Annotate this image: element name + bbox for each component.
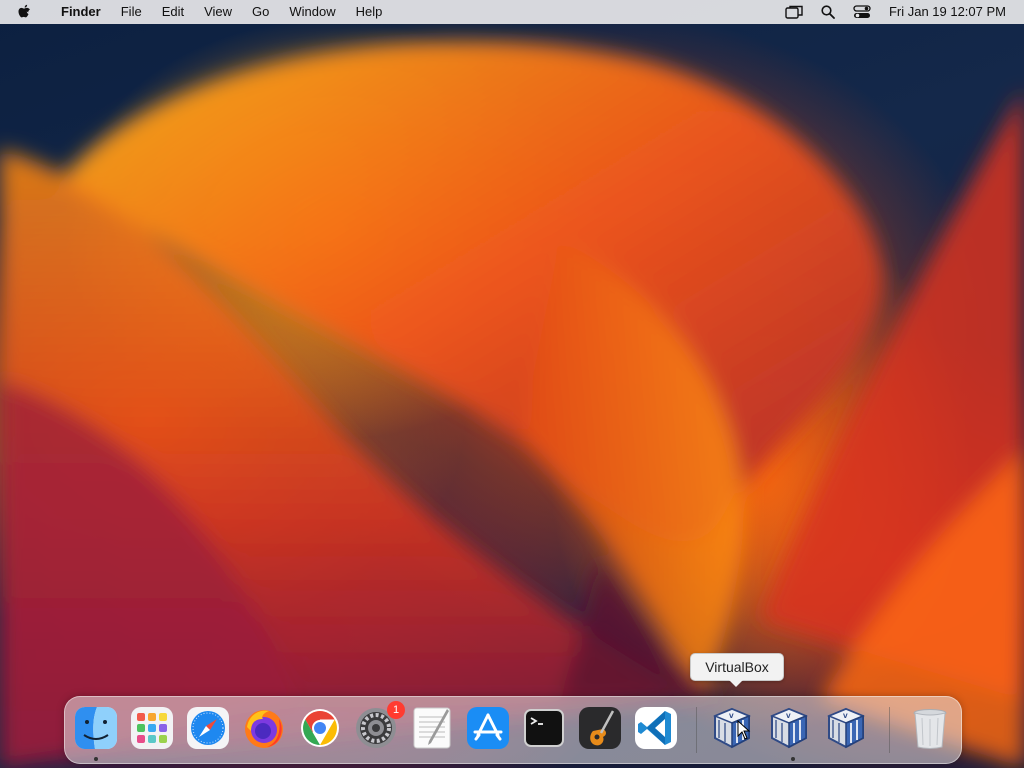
dock-item-textedit[interactable] [409,705,455,751]
running-indicator [94,757,98,761]
spotlight-search-icon[interactable] [811,0,845,24]
mouse-cursor-icon [737,720,751,740]
finder-icon [75,707,117,749]
screen-mirroring-icon[interactable] [777,0,811,24]
svg-text:V: V [729,713,734,720]
virtualbox-icon: V [770,707,808,749]
safari-icon [187,707,229,749]
chrome-icon [301,709,339,747]
dock-item-firefox[interactable] [241,705,287,751]
garageband-icon [579,707,621,749]
dock-item-launchpad[interactable] [129,705,175,751]
dock-item-terminal[interactable] [521,705,567,751]
svg-text:V: V [786,713,791,720]
vscode-icon [635,707,677,749]
dock-item-virtualbox[interactable]: V [766,705,812,751]
trash-icon [913,709,947,749]
menu-edit[interactable]: Edit [152,0,194,24]
menu-view[interactable]: View [194,0,242,24]
textedit-icon [413,707,451,749]
dock-separator [696,707,697,753]
dock-tooltip: VirtualBox [690,653,784,687]
menu-window[interactable]: Window [279,0,345,24]
virtualbox-icon: V [827,707,865,749]
dock-item-safari[interactable] [185,705,231,751]
dock-item-vscode[interactable] [633,705,679,751]
desktop-wallpaper [0,0,1024,768]
menu-help[interactable]: Help [346,0,393,24]
menu-bar: Finder File Edit View Go Window Help Fri… [0,0,1024,24]
firefox-icon [245,710,283,748]
dock-separator [889,707,890,753]
dock: 1 V V V [64,696,962,764]
dock-item-garageband[interactable] [577,705,623,751]
menu-app-finder[interactable]: Finder [51,0,111,24]
control-center-icon[interactable] [845,0,879,24]
launchpad-icon [131,707,173,749]
dock-item-trash[interactable] [907,705,953,751]
running-indicator [791,757,795,761]
menu-file[interactable]: File [111,0,152,24]
dock-item-finder[interactable] [73,705,119,751]
menu-go[interactable]: Go [242,0,279,24]
terminal-icon [524,709,564,747]
dock-item-virtualbox[interactable]: V [823,705,869,751]
app-store-icon [467,707,509,749]
dock-item-system-settings[interactable]: 1 [353,701,405,751]
dock-item-app-store[interactable] [465,705,511,751]
dock-item-chrome[interactable] [297,705,343,751]
apple-menu-icon[interactable] [17,3,39,21]
svg-text:V: V [843,713,848,720]
notification-badge: 1 [387,701,405,719]
menu-bar-clock[interactable]: Fri Jan 19 12:07 PM [879,0,1024,24]
